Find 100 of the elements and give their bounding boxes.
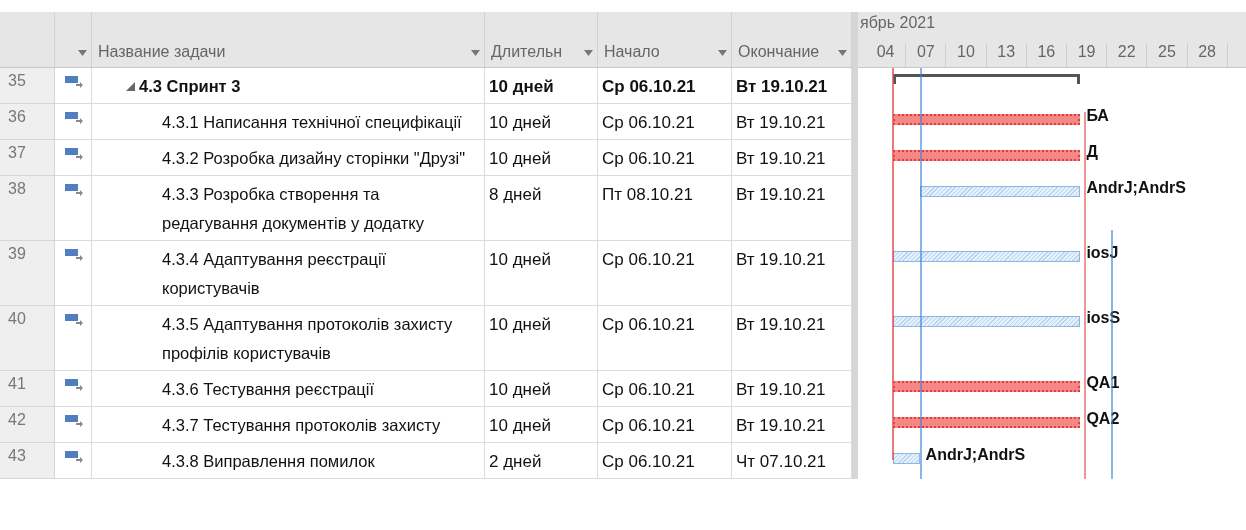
- dropdown-caret-icon[interactable]: [471, 50, 480, 56]
- duration-cell: 10 дней: [485, 371, 598, 407]
- duration-cell: 10 дней: [485, 104, 598, 140]
- task-name-cell[interactable]: 4.3.5 Адаптування протоколів захисту профілів користувачів: [92, 306, 485, 371]
- duration-cell: 10 дней: [485, 68, 598, 104]
- task-name-cell[interactable]: 4.3.1 Написання технічної специфікації: [92, 104, 485, 140]
- timescale-day: 28: [1187, 43, 1228, 67]
- resource-label: AndrJ;AndrS: [925, 446, 1026, 464]
- column-header[interactable]: Длительн: [485, 12, 598, 68]
- task-name-cell[interactable]: 4.3.8 Виправлення помилок: [92, 443, 485, 479]
- resource-label: AndrJ;AndrS: [1086, 179, 1186, 197]
- start-cell: Ср 06.10.21: [598, 68, 732, 104]
- end-cell: Вт 19.10.21: [732, 140, 852, 176]
- task-arrow-icon: [65, 379, 83, 391]
- row-number: 35: [0, 68, 55, 104]
- task-bar[interactable]: [892, 381, 1081, 392]
- resource-label: БА: [1086, 107, 1109, 125]
- summary-bracket[interactable]: [892, 74, 1081, 84]
- column-header[interactable]: Окончание: [732, 12, 852, 68]
- task-bar[interactable]: [892, 114, 1081, 125]
- task-name-cell[interactable]: 4.3.4 Адаптування реєстрації користувачів: [92, 241, 485, 306]
- timescale-day: 22: [1107, 43, 1148, 67]
- dropdown-caret-icon[interactable]: [838, 50, 847, 56]
- task-arrow-icon: [65, 249, 83, 261]
- end-cell: Вт 19.10.21: [732, 407, 852, 443]
- start-cell: Ср 06.10.21: [598, 140, 732, 176]
- task-name: 4.3.2 Розробка дизайну сторінки "Друзі": [162, 148, 466, 169]
- task-arrow-icon: [65, 76, 83, 88]
- resource-label: QA1: [1086, 374, 1120, 392]
- pane-splitter[interactable]: [852, 12, 858, 479]
- row-number: 41: [0, 371, 55, 407]
- task-arrow-icon: [65, 314, 83, 326]
- timescale-month: ябрь 2021: [859, 13, 937, 32]
- task-bar[interactable]: [892, 150, 1081, 161]
- task-name-cell[interactable]: 4.3.2 Розробка дизайну сторінки "Друзі": [92, 140, 485, 176]
- row-number: 43: [0, 443, 55, 479]
- task-name-cell[interactable]: 4.3.7 Тестування протоколів захисту: [92, 407, 485, 443]
- task-arrow-icon: [65, 112, 83, 124]
- row-number: 42: [0, 407, 55, 443]
- end-cell: Вт 19.10.21: [732, 241, 852, 306]
- row-number: 38: [0, 176, 55, 241]
- row-number: 37: [0, 140, 55, 176]
- start-cell: Ср 06.10.21: [598, 443, 732, 479]
- task-name-cell[interactable]: 4.3 Спринт 3: [92, 68, 485, 104]
- resource-label: Д: [1086, 143, 1098, 161]
- task-arrow-icon: [65, 148, 83, 160]
- task-name: 4.3.1 Написання технічної специфікації: [162, 112, 462, 133]
- end-cell: Чт 07.10.21: [732, 443, 852, 479]
- dropdown-caret-icon[interactable]: [718, 50, 727, 56]
- timescale-day: 19: [1066, 43, 1108, 67]
- task-bar[interactable]: [892, 316, 1081, 327]
- task-arrow-icon: [65, 451, 83, 463]
- duration-cell: 10 дней: [485, 306, 598, 371]
- end-cell: Вт 19.10.21: [732, 371, 852, 407]
- task-name: 4.3.6 Тестування реєстрації: [162, 379, 374, 400]
- task-arrow-icon: [65, 184, 83, 196]
- timescale-day: 16: [1026, 43, 1067, 67]
- end-cell: Вт 19.10.21: [732, 176, 852, 241]
- task-arrow-icon: [65, 415, 83, 427]
- row-number: 40: [0, 306, 55, 371]
- timescale-day: 04: [866, 43, 907, 67]
- column-header[interactable]: Начало: [598, 12, 732, 68]
- task-bar[interactable]: [919, 186, 1081, 197]
- start-cell: Ср 06.10.21: [598, 407, 732, 443]
- resource-label: iosS: [1086, 309, 1121, 327]
- timescale-day: 10: [946, 43, 987, 67]
- task-bar[interactable]: [892, 251, 1081, 262]
- duration-cell: 10 дней: [485, 140, 598, 176]
- header-cell[interactable]: [55, 12, 92, 68]
- task-name: 4.3.8 Виправлення помилок: [162, 451, 375, 472]
- task-name: 4.3.7 Тестування протоколів захисту: [162, 415, 441, 436]
- dropdown-caret-icon[interactable]: [78, 50, 87, 56]
- duration-cell: 10 дней: [485, 407, 598, 443]
- end-cell: Вт 19.10.21: [732, 68, 852, 104]
- duration-cell: 2 дней: [485, 443, 598, 479]
- timescale-day: 13: [986, 43, 1027, 67]
- task-name-cell[interactable]: 4.3.3 Розробка створення та редагування документів у додатку: [92, 176, 485, 241]
- task-name: 4.3 Спринт 3: [139, 76, 241, 97]
- row-number: 36: [0, 104, 55, 140]
- dropdown-caret-icon[interactable]: [584, 50, 593, 56]
- start-cell: Пт 08.10.21: [598, 176, 732, 241]
- start-cell: Ср 06.10.21: [598, 371, 732, 407]
- start-cell: Ср 06.10.21: [598, 241, 732, 306]
- start-cell: Ср 06.10.21: [598, 306, 732, 371]
- task-name: 4.3.4 Адаптування реєстрації користувачів: [162, 249, 388, 299]
- task-bar[interactable]: [892, 417, 1081, 428]
- row-number: 39: [0, 241, 55, 306]
- resource-label: QA2: [1086, 410, 1120, 428]
- task-name: 4.3.5 Адаптування протоколів захисту профілів користувачів: [162, 314, 454, 364]
- task-bar[interactable]: [892, 453, 920, 464]
- header-cell: [0, 12, 55, 68]
- duration-cell: 10 дней: [485, 241, 598, 306]
- end-cell: Вт 19.10.21: [732, 104, 852, 140]
- end-cell: Вт 19.10.21: [732, 306, 852, 371]
- collapse-triangle-icon[interactable]: [126, 82, 135, 91]
- column-header[interactable]: Название задачи: [92, 12, 485, 68]
- timescale-day: 25: [1147, 43, 1188, 67]
- start-cell: Ср 06.10.21: [598, 104, 732, 140]
- task-name-cell[interactable]: 4.3.6 Тестування реєстрації: [92, 371, 485, 407]
- resource-label: iosJ: [1086, 244, 1119, 262]
